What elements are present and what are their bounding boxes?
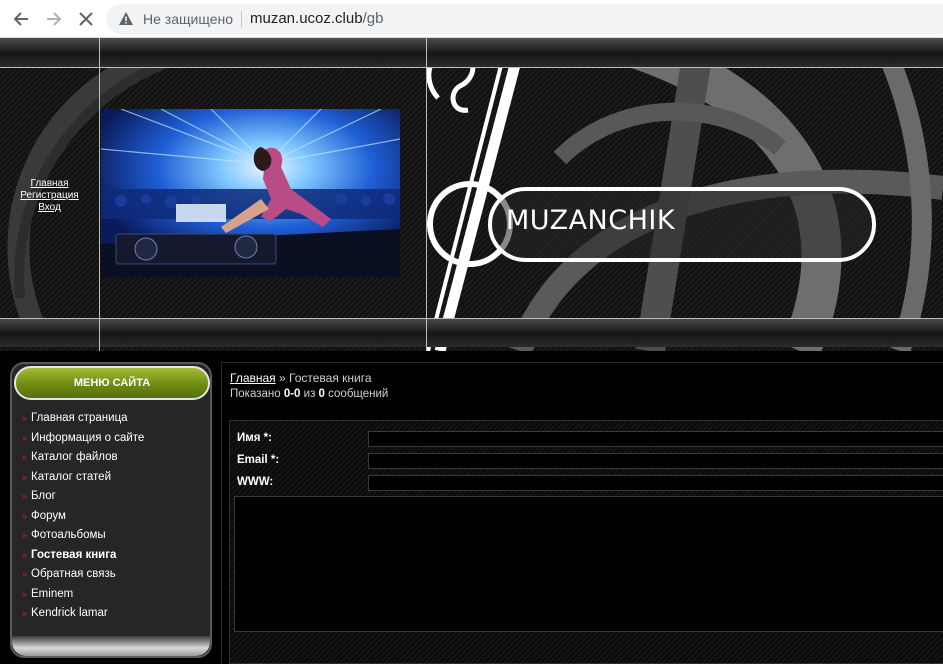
menu-bullet: » <box>22 491 27 501</box>
email-field[interactable] <box>368 453 943 469</box>
www-field[interactable] <box>368 475 943 491</box>
menu-title: МЕНЮ САЙТА <box>73 377 151 389</box>
menu-item-guestbook[interactable]: » Гостевая книга <box>22 549 144 569</box>
home-link[interactable]: Главная <box>0 178 99 190</box>
breadcrumb-separator: » <box>275 371 290 385</box>
menu-bullet: » <box>22 608 27 618</box>
menu-bullet: » <box>22 510 27 521</box>
menu-item-home[interactable]: » Главная страница <box>22 412 144 432</box>
menu-item-forum[interactable]: » Форум <box>22 510 144 530</box>
menu-bullet: » <box>22 569 27 579</box>
url-domain: muzan.ucoz.club <box>250 10 363 27</box>
not-secure-label[interactable]: Не защищено <box>143 11 233 27</box>
menu-item-eminem[interactable]: » Eminem <box>22 588 144 608</box>
name-label: Имя *: <box>237 432 272 444</box>
menu-bullet: » <box>22 588 27 599</box>
breadcrumb: Главная » Гостевая книга <box>230 371 372 385</box>
menu-footer-bar <box>12 636 210 656</box>
message-textarea[interactable] <box>234 496 943 632</box>
dj-photo <box>101 109 400 277</box>
menu-bullet: » <box>22 471 27 482</box>
url-path: /gb <box>362 10 384 27</box>
address-bar-divider <box>241 11 242 28</box>
back-arrow-icon[interactable] <box>8 6 34 32</box>
header-divider <box>0 67 943 68</box>
forward-arrow-icon[interactable] <box>41 6 67 32</box>
www-label: WWW: <box>237 476 274 488</box>
guestbook-form: Имя *: Email *: WWW: <box>229 420 943 664</box>
main-content: Главная » Гостевая книга Показано 0-0 из… <box>221 362 943 664</box>
menu-bullet: » <box>22 452 27 462</box>
shown-range: 0-0 <box>283 388 301 400</box>
site-menu: МЕНЮ САЙТА » Главная страница » Информация… <box>10 362 212 658</box>
menu-item-about[interactable]: » Информация о сайте <box>22 432 144 452</box>
login-link[interactable]: Вход <box>0 202 99 214</box>
menu-bullet: » <box>22 413 27 423</box>
menu-header: МЕНЮ САЙТА <box>14 366 210 400</box>
auth-links: Главная Регистрация Вход <box>0 178 99 214</box>
email-label: Email *: <box>237 454 280 466</box>
menu-bullet: » <box>22 432 27 443</box>
header-band-bottom <box>0 318 943 347</box>
menu-item-articles[interactable]: » Каталог статей <box>22 471 144 491</box>
url-text[interactable]: muzan.ucoz.club/gb <box>250 10 383 27</box>
menu-item-feedback[interactable]: » Обратная связь <box>22 568 144 588</box>
menu-item-blog[interactable]: » Блог <box>22 490 144 510</box>
menu-bullet: » <box>22 530 27 540</box>
breadcrumb-current: Гостевая книга <box>289 371 372 385</box>
menu-item-files[interactable]: » Каталог файлов <box>22 451 144 471</box>
header-divider <box>99 38 100 351</box>
menu-item-photos[interactable]: » Фотоальбомы <box>22 529 144 549</box>
register-link[interactable]: Регистрация <box>0 190 99 202</box>
menu-bullet: » <box>22 549 27 560</box>
site-title: MUZANCHIK <box>506 205 676 236</box>
browser-toolbar: Не защищено muzan.ucoz.club/gb <box>0 0 943 38</box>
header-divider <box>0 318 943 319</box>
header-band-top <box>0 38 943 67</box>
messages-count: Показано 0-0 из 0 сообщений <box>230 388 389 400</box>
breadcrumb-home-link[interactable]: Главная <box>230 371 276 385</box>
menu-list: » Главная страница » Информация о сайте » К… <box>22 412 144 627</box>
warning-triangle-icon[interactable] <box>118 11 134 27</box>
header-divider <box>426 38 427 351</box>
menu-item-kendrick-lamar[interactable]: » Kendrick lamar <box>22 607 144 627</box>
stop-loading-icon[interactable] <box>73 6 99 32</box>
address-bar[interactable]: Не защищено muzan.ucoz.club/gb <box>106 4 943 34</box>
name-field[interactable] <box>368 431 943 447</box>
site-header: Главная Регистрация Вход MUZANCHIK <box>0 38 943 351</box>
